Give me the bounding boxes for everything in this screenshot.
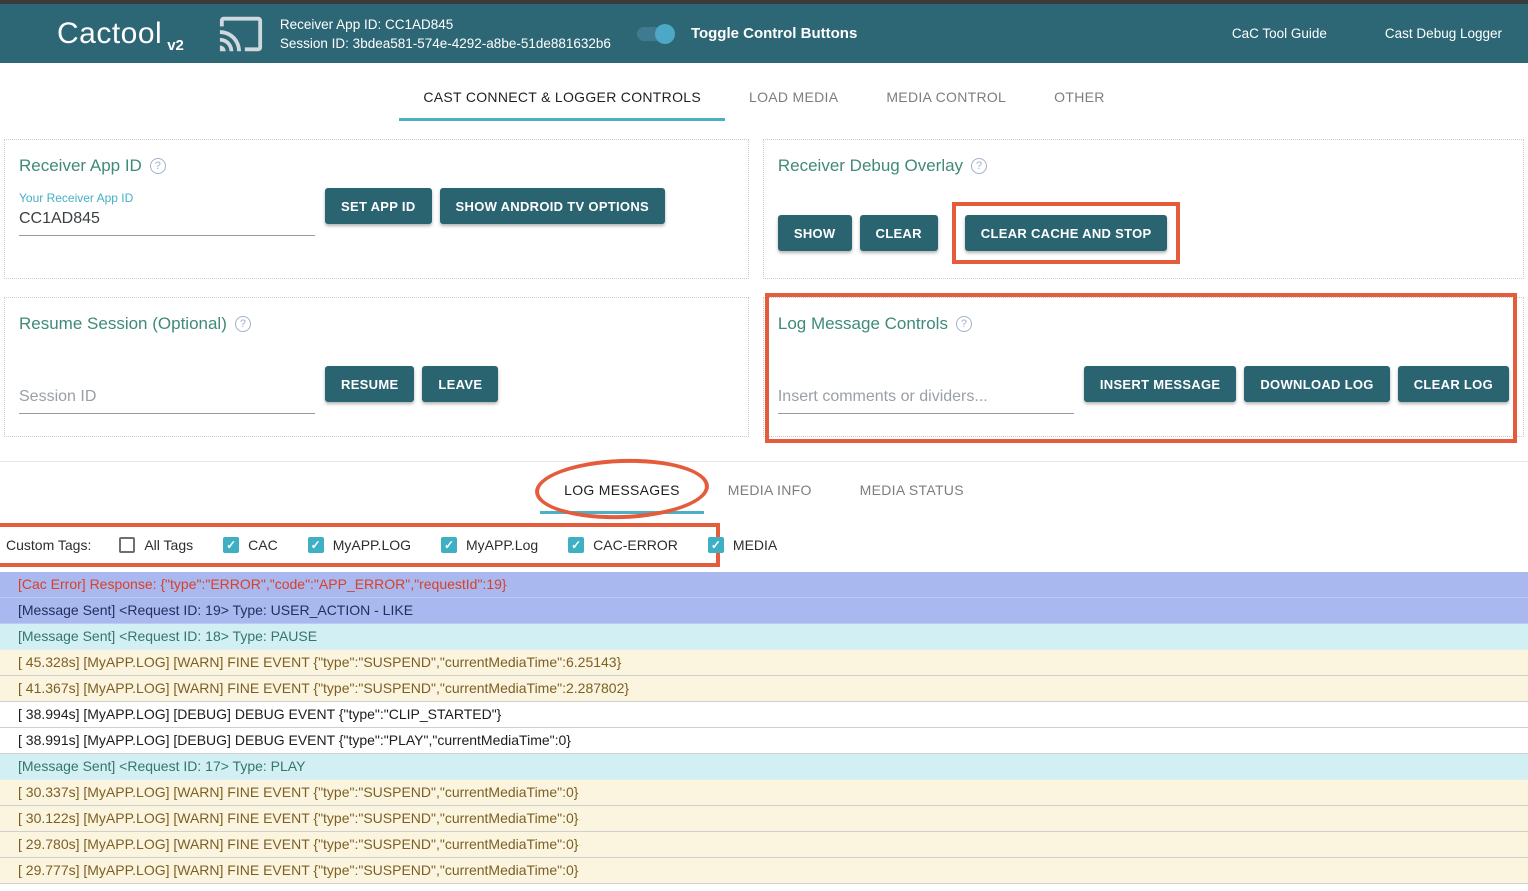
- receiver-debug-overlay-panel: Receiver Debug Overlay SHOW CLEAR CLEAR …: [763, 139, 1524, 279]
- panel-title: Receiver Debug Overlay: [778, 156, 963, 176]
- secondary-tab[interactable]: LOG MESSAGES: [540, 470, 704, 514]
- tag-checkbox-item[interactable]: CAC-ERROR: [568, 537, 678, 553]
- app-header: Cactool v2 Receiver App ID: CC1AD845 Ses…: [0, 4, 1528, 63]
- receiver-app-id-input[interactable]: [19, 205, 315, 236]
- log-row[interactable]: [ 30.122s] [MyAPP.LOG] [WARN] FINE EVENT…: [0, 806, 1528, 832]
- app-logo: Cactool: [57, 17, 162, 51]
- help-icon[interactable]: [971, 158, 987, 174]
- tag-label: CAC-ERROR: [593, 537, 678, 553]
- custom-tags-filter: Custom Tags: All Tags CAC MyAPP.LOG MyAP…: [0, 523, 720, 567]
- insert-message-input[interactable]: [778, 383, 1074, 414]
- primary-tab[interactable]: OTHER: [1030, 77, 1129, 121]
- tag-label: All Tags: [144, 537, 193, 553]
- log-row[interactable]: [Message Sent] <Request ID: 19> Type: US…: [0, 598, 1528, 624]
- tag-checkbox-item[interactable]: All Tags: [119, 537, 193, 553]
- receiver-app-id-text: Receiver App ID: CC1AD845: [280, 15, 611, 34]
- secondary-tab-bar: LOG MESSAGES MEDIA INFO MEDIA STATUS: [0, 461, 1528, 514]
- secondary-tab[interactable]: MEDIA STATUS: [836, 470, 988, 514]
- checkbox-icon[interactable]: [568, 537, 584, 553]
- log-message-controls-panel: Log Message Controls INSERT MESSAGE DOWN…: [763, 297, 1524, 437]
- insert-message-button[interactable]: INSERT MESSAGE: [1084, 366, 1237, 402]
- help-icon[interactable]: [150, 158, 166, 174]
- primary-tab[interactable]: LOAD MEDIA: [725, 77, 862, 121]
- session-id-input[interactable]: [19, 383, 315, 414]
- panel-title: Receiver App ID: [19, 156, 142, 176]
- tag-label: MyAPP.Log: [466, 537, 538, 553]
- control-buttons-toggle[interactable]: [637, 24, 673, 44]
- show-android-tv-options-button[interactable]: SHOW ANDROID TV OPTIONS: [440, 188, 665, 224]
- log-row[interactable]: [ 45.328s] [MyAPP.LOG] [WARN] FINE EVENT…: [0, 650, 1528, 676]
- primary-tab-bar: CAST CONNECT & LOGGER CONTROLS LOAD MEDI…: [0, 77, 1528, 121]
- log-row[interactable]: [ 29.777s] [MyAPP.LOG] [WARN] FINE EVENT…: [0, 858, 1528, 884]
- resume-button[interactable]: RESUME: [325, 366, 414, 402]
- panel-title: Resume Session (Optional): [19, 314, 227, 334]
- show-overlay-button[interactable]: SHOW: [778, 215, 852, 251]
- checkbox-icon[interactable]: [308, 537, 324, 553]
- log-message-list: [Cac Error] Response: {"type":"ERROR","c…: [0, 572, 1528, 884]
- checkbox-icon[interactable]: [708, 537, 724, 553]
- log-row[interactable]: [ 38.991s] [MyAPP.LOG] [DEBUG] DEBUG EVE…: [0, 728, 1528, 754]
- cast-debug-logger-link[interactable]: Cast Debug Logger: [1385, 26, 1502, 41]
- cast-icon: [218, 11, 264, 57]
- session-id-text: Session ID: 3bdea581-574e-4292-a8be-51de…: [280, 34, 611, 53]
- clear-log-button[interactable]: CLEAR LOG: [1398, 366, 1509, 402]
- help-icon[interactable]: [956, 316, 972, 332]
- log-row[interactable]: [Message Sent] <Request ID: 17> Type: PL…: [0, 754, 1528, 780]
- leave-button[interactable]: LEAVE: [422, 366, 498, 402]
- clear-cache-and-stop-button[interactable]: CLEAR CACHE AND STOP: [965, 215, 1168, 251]
- custom-tags-label: Custom Tags:: [6, 537, 91, 553]
- download-log-button[interactable]: DOWNLOAD LOG: [1244, 366, 1389, 402]
- tag-label: CAC: [248, 537, 278, 553]
- custom-tags-list: All Tags CAC MyAPP.LOG MyAPP.Log CAC-ERR…: [119, 537, 777, 553]
- cac-tool-guide-link[interactable]: CaC Tool Guide: [1232, 26, 1327, 41]
- toggle-knob: [655, 24, 675, 44]
- resume-session-panel: Resume Session (Optional) RESUME LEAVE: [4, 297, 749, 437]
- annotation-box-clear-cache: CLEAR CACHE AND STOP: [952, 202, 1181, 264]
- checkbox-icon[interactable]: [223, 537, 239, 553]
- receiver-app-id-input-label: Your Receiver App ID: [19, 191, 315, 205]
- panel-title: Log Message Controls: [778, 314, 948, 334]
- control-panels: Receiver App ID Your Receiver App ID SET…: [4, 139, 1524, 437]
- app-version: v2: [167, 37, 184, 54]
- help-icon[interactable]: [235, 316, 251, 332]
- tag-label: MEDIA: [733, 537, 777, 553]
- log-row[interactable]: [Cac Error] Response: {"type":"ERROR","c…: [0, 572, 1528, 598]
- set-app-id-button[interactable]: SET APP ID: [325, 188, 432, 224]
- secondary-tab[interactable]: MEDIA INFO: [704, 470, 836, 514]
- tag-label: MyAPP.LOG: [333, 537, 411, 553]
- session-info: Receiver App ID: CC1AD845 Session ID: 3b…: [280, 15, 611, 53]
- log-row[interactable]: [ 29.780s] [MyAPP.LOG] [WARN] FINE EVENT…: [0, 832, 1528, 858]
- checkbox-icon[interactable]: [441, 537, 457, 553]
- primary-tab[interactable]: CAST CONNECT & LOGGER CONTROLS: [399, 77, 725, 121]
- log-row[interactable]: [Message Sent] <Request ID: 18> Type: PA…: [0, 624, 1528, 650]
- tag-checkbox-item[interactable]: CAC: [223, 537, 278, 553]
- log-row[interactable]: [ 30.337s] [MyAPP.LOG] [WARN] FINE EVENT…: [0, 780, 1528, 806]
- primary-tab[interactable]: MEDIA CONTROL: [862, 77, 1030, 121]
- receiver-app-id-panel: Receiver App ID Your Receiver App ID SET…: [4, 139, 749, 279]
- log-row[interactable]: [ 41.367s] [MyAPP.LOG] [WARN] FINE EVENT…: [0, 676, 1528, 702]
- tag-checkbox-item[interactable]: MyAPP.Log: [441, 537, 538, 553]
- toggle-label: Toggle Control Buttons: [691, 25, 857, 42]
- checkbox-icon[interactable]: [119, 537, 135, 553]
- tag-checkbox-item[interactable]: MyAPP.LOG: [308, 537, 411, 553]
- clear-overlay-button[interactable]: CLEAR: [860, 215, 938, 251]
- log-row[interactable]: [ 38.994s] [MyAPP.LOG] [DEBUG] DEBUG EVE…: [0, 702, 1528, 728]
- tag-checkbox-item[interactable]: MEDIA: [708, 537, 777, 553]
